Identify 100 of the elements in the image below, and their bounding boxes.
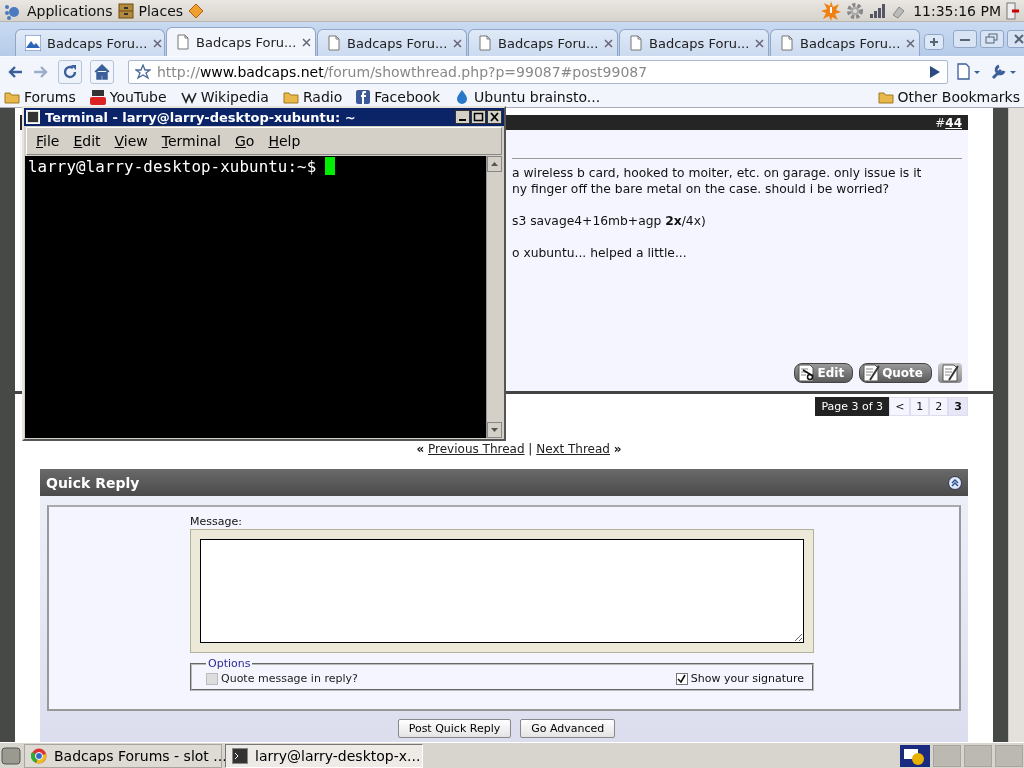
post-action-button[interactable]: Quote — [859, 363, 932, 383]
bookmark-link[interactable]: Ubuntu brainsto... — [474, 88, 601, 105]
browser-tab[interactable]: Badcaps Foru... — [15, 29, 165, 56]
form-button[interactable]: Post Quick Reply — [397, 719, 512, 738]
scissors-document-icon — [797, 364, 816, 382]
folder-icon — [4, 89, 20, 104]
workspace-cell[interactable] — [933, 744, 961, 767]
bookmark-link[interactable]: Wikipedia — [200, 88, 269, 105]
group-title: Options — [207, 657, 252, 670]
minimize-icon[interactable] — [455, 110, 470, 124]
field-label: Message: — [190, 515, 243, 528]
prompt-text: larry@larry-desktop-xubuntu:~$ — [28, 157, 317, 176]
panel-menu[interactable]: Applications — [27, 2, 113, 19]
address-bar[interactable]: http://www.badcaps.net/forum/showthread.php?p=99087#post99087 — [128, 59, 948, 84]
folder-icon — [877, 89, 894, 104]
checkbox-label: Show your signature — [690, 672, 804, 685]
page-link[interactable]: 1 — [910, 397, 930, 416]
pen-document-icon[interactable] — [938, 363, 962, 383]
star-icon[interactable] — [135, 63, 151, 80]
page-icon — [478, 35, 492, 51]
checkbox-label: Quote message in reply? — [221, 672, 358, 685]
browser-tab[interactable]: Badcaps Foru... — [770, 29, 920, 56]
menu-item[interactable]: Terminal — [161, 133, 221, 149]
restore-icon[interactable] — [980, 30, 1004, 48]
exit-icon[interactable] — [1006, 1, 1020, 20]
square-logo-icon — [356, 89, 371, 104]
double-arrow-mark: « — [416, 442, 425, 456]
home-icon[interactable] — [90, 59, 114, 84]
clock[interactable]: 11:35:16 PM — [913, 2, 1001, 19]
thread-link[interactable]: Previous Thread — [428, 442, 525, 456]
workspace-cell[interactable] — [995, 744, 1023, 767]
page-menu-icon[interactable] — [956, 62, 982, 81]
play-icon[interactable] — [929, 64, 941, 79]
page-link[interactable]: < — [889, 397, 911, 416]
post-text: a wireless b card, hooked to moiter, etc. on garage. only issue is it — [512, 165, 923, 181]
terminal-icon — [232, 747, 248, 764]
menu-item[interactable]: Help — [268, 133, 301, 149]
url-text: http://www.badcaps.net/forum/showthread.php?p=99087#post99087 — [157, 63, 649, 80]
tab-title: Badcaps Foru... — [498, 35, 599, 51]
workspace-icon[interactable] — [900, 744, 930, 767]
diamond-icon[interactable] — [188, 2, 205, 19]
page-icon — [629, 35, 643, 51]
menu-item[interactable]: Go — [235, 133, 255, 149]
post-number-link[interactable]: 44 — [945, 115, 962, 130]
tab-title: Badcaps Foru... — [47, 35, 148, 51]
new-tab-icon[interactable] — [924, 34, 944, 50]
warning-burst-icon[interactable] — [821, 0, 842, 21]
page-link[interactable]: 2 — [929, 397, 949, 416]
page-icon — [176, 34, 190, 50]
reload-icon[interactable] — [58, 59, 82, 84]
check-icon — [677, 674, 687, 683]
pen-document-icon — [862, 364, 881, 382]
post-text: o xubuntu... helped a little... — [512, 245, 688, 261]
browser-tab[interactable]: Badcaps Foru... — [619, 29, 769, 56]
form-button[interactable]: Go Advanced — [520, 719, 616, 738]
back-arrow-icon[interactable] — [6, 63, 24, 80]
bookmark-link[interactable]: Facebook — [374, 88, 441, 105]
tab-title: Badcaps Foru... — [347, 35, 448, 51]
post-text: s3 savage4+16mb+agp 2x/4x) — [512, 213, 707, 229]
collapse-icon[interactable] — [948, 475, 962, 490]
page-link[interactable]: 3 — [948, 397, 968, 416]
page-icon — [327, 35, 341, 51]
workspace-cell[interactable] — [964, 744, 992, 767]
thread-link[interactable]: Next Thread — [536, 442, 610, 456]
post-action-button[interactable]: Edit — [794, 363, 854, 383]
message-field[interactable] — [200, 539, 804, 643]
browser-tab[interactable]: Badcaps Foru... — [166, 27, 316, 56]
menu-item[interactable]: Edit — [73, 133, 101, 149]
page-icon — [780, 35, 794, 51]
taskbar-button[interactable]: larry@larry-desktop-x... — [225, 743, 423, 768]
globe-logo-icon — [31, 747, 47, 764]
browser-tab[interactable]: Badcaps Foru... — [468, 29, 618, 56]
tab-title: Badcaps Foru... — [800, 35, 901, 51]
bookmark-link[interactable]: YouTube — [109, 88, 167, 105]
wrench-icon[interactable] — [990, 62, 1018, 81]
panel-menu[interactable]: Places — [138, 2, 184, 19]
desktop-icon[interactable] — [1, 746, 21, 765]
bookmark-link[interactable]: Forums — [24, 88, 76, 105]
folder-icon — [282, 89, 299, 104]
maximize-icon[interactable] — [471, 110, 486, 124]
page-count-label: Page 3 of 3 — [815, 397, 890, 416]
double-arrow-mark: » — [613, 442, 622, 456]
panel-title: Quick Reply — [46, 474, 140, 491]
signal-bars-icon[interactable] — [869, 2, 886, 19]
close-icon[interactable] — [487, 110, 502, 124]
cursor — [325, 157, 336, 175]
post-text: ny finger off the bare metal on the case. should i be worried? — [512, 181, 891, 197]
menu-item[interactable]: File — [36, 133, 60, 149]
tab-title: Badcaps Foru... — [196, 34, 297, 50]
tab-title: Badcaps Foru... — [649, 35, 750, 51]
bookmark-link[interactable]: Other Bookmarks — [897, 88, 1020, 105]
bookmark-link[interactable]: Radio — [302, 88, 343, 105]
mountain-logo-icon — [25, 35, 41, 51]
window-title: Terminal - larry@larry-desktop-xubuntu: ~ — [45, 109, 357, 125]
checkbox[interactable] — [675, 672, 688, 685]
menu-item[interactable]: View — [114, 133, 148, 149]
terminal-icon — [26, 110, 40, 124]
gear-icon[interactable] — [846, 1, 865, 20]
browser-tab[interactable]: Badcaps Foru... — [317, 29, 467, 56]
cabinet-icon[interactable] — [117, 2, 134, 19]
